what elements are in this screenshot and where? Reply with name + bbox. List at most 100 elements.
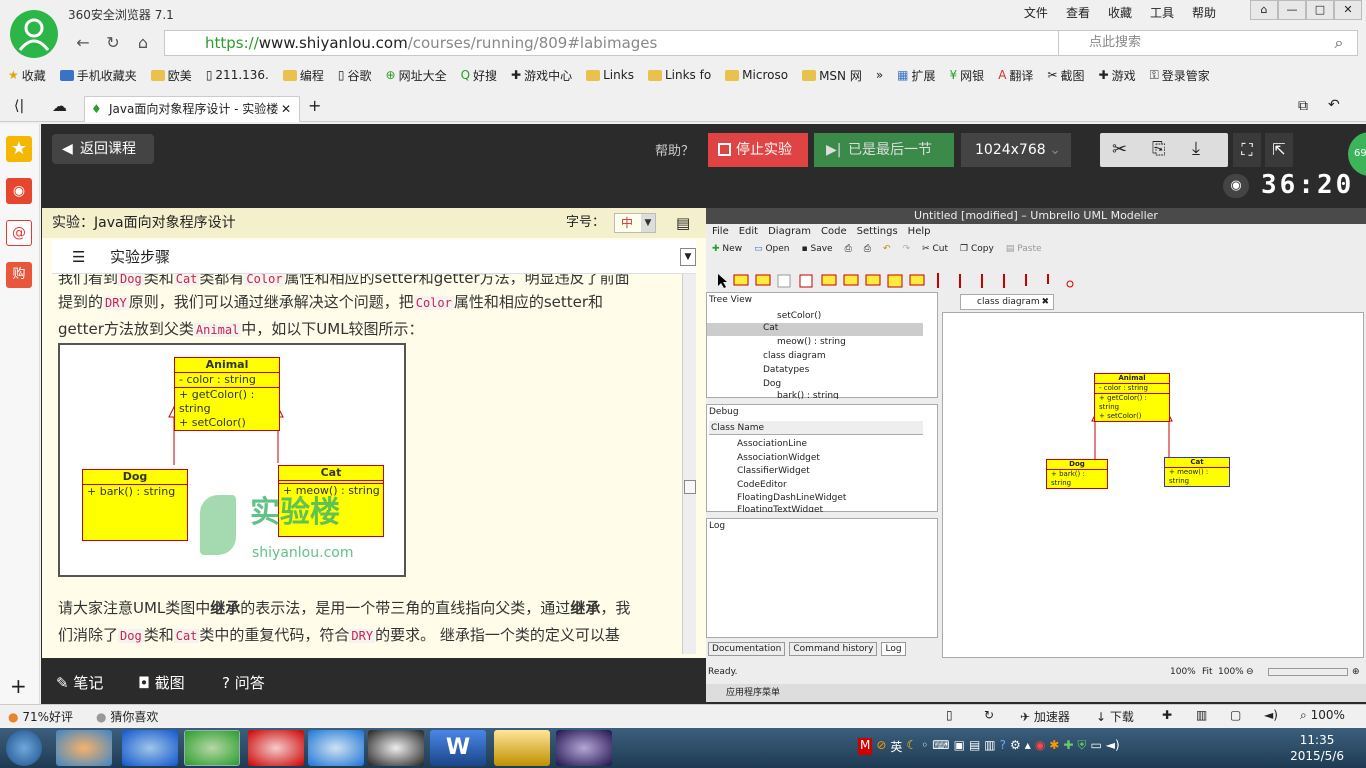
diagram-tab[interactable]: class diagram ✖ bbox=[960, 294, 1054, 310]
ie-icon[interactable] bbox=[122, 730, 178, 766]
steps-select[interactable]: ☰ 实验步骤 ▼ bbox=[52, 240, 696, 274]
debug-column-header[interactable]: Class Name bbox=[709, 421, 923, 435]
tab-command-history[interactable]: Command history bbox=[789, 642, 878, 656]
cloud-icon[interactable]: ☁ bbox=[52, 97, 67, 115]
resolution-select[interactable]: 1024x768 ⌄ bbox=[961, 133, 1071, 167]
guess-link[interactable]: ● 猜你喜欢 bbox=[96, 708, 158, 725]
zoom-in-icon[interactable]: ⊕ bbox=[1352, 664, 1360, 680]
clock[interactable]: 11:35 2015/5/6 bbox=[1290, 732, 1344, 764]
fontsize-select[interactable]: 中 ▼ bbox=[614, 213, 656, 233]
shopping-icon[interactable]: 购 bbox=[6, 262, 32, 288]
window-icon[interactable]: ▢ bbox=[1230, 708, 1241, 722]
volume-icon[interactable]: ◄) bbox=[1106, 738, 1120, 755]
last-section-button[interactable]: ▶| 已是最后一节 bbox=[814, 133, 954, 167]
umb-menu-help[interactable]: Help bbox=[908, 226, 931, 237]
search-icon[interactable]: ⌕ bbox=[1328, 32, 1350, 54]
expand-tray-icon[interactable]: ▴ bbox=[1025, 738, 1031, 755]
zoom-out-icon[interactable]: ⊖ bbox=[1246, 664, 1254, 680]
umb-menu-settings[interactable]: Settings bbox=[857, 226, 898, 237]
print-preview-icon[interactable]: ⎙ bbox=[864, 244, 871, 254]
moon-icon[interactable]: ☾ bbox=[906, 738, 917, 755]
zoom-slider[interactable] bbox=[1268, 668, 1348, 676]
netease-tray-icon[interactable]: ◉ bbox=[1035, 738, 1045, 755]
fit-button[interactable]: Fit bbox=[1202, 664, 1213, 680]
menu-help[interactable]: 帮助 bbox=[1192, 4, 1216, 21]
lesson-scrollbar[interactable] bbox=[682, 274, 696, 654]
restore-tabs-icon[interactable]: ⧉ bbox=[1298, 98, 1308, 114]
tab-log[interactable]: Log bbox=[881, 642, 906, 656]
netease-music-icon[interactable] bbox=[248, 730, 304, 766]
bookmark-item[interactable]: MSN 网 bbox=[802, 64, 862, 86]
tree-row[interactable]: meow() : string bbox=[777, 337, 846, 347]
debug-row[interactable]: AssociationWidget bbox=[737, 453, 820, 463]
new-tab-icon[interactable]: + bbox=[308, 96, 321, 115]
address-bar[interactable]: https://www.shiyanlou.com/courses/runnin… bbox=[164, 30, 1126, 56]
canvas-class-dog[interactable]: Dog + bark() : string bbox=[1046, 459, 1108, 489]
bookmark-item[interactable]: 编程 bbox=[282, 64, 324, 86]
umb-save-button[interactable]: ▪ Save bbox=[802, 244, 833, 254]
bookmark-item[interactable]: Microso bbox=[725, 64, 788, 86]
refresh-circle-icon[interactable]: ↻ bbox=[984, 708, 994, 722]
debug-row[interactable]: ClassifierWidget bbox=[737, 466, 810, 476]
umb-open-button[interactable]: ▭ Open bbox=[754, 244, 789, 254]
tray-icon[interactable]: ✚ bbox=[1063, 738, 1073, 755]
back-arrow-icon[interactable]: ← bbox=[72, 32, 94, 54]
mail-icon[interactable]: @ bbox=[6, 220, 32, 246]
debug-row[interactable]: AssociationLine bbox=[737, 439, 807, 449]
qa-button[interactable]: ? 问答 bbox=[222, 672, 265, 693]
word-icon[interactable]: W bbox=[430, 730, 486, 766]
tray-icon[interactable]: ✱ bbox=[1049, 738, 1059, 755]
tool-login-manager[interactable]: ⚿ 登录管家 bbox=[1150, 64, 1210, 86]
tree-row[interactable]: class diagram bbox=[763, 351, 826, 361]
volume-icon[interactable]: ◄) bbox=[1264, 708, 1278, 722]
ime-lang[interactable]: 英 bbox=[890, 738, 902, 755]
screenshot-button[interactable]: ◘ 截图 bbox=[138, 672, 185, 693]
weibo-icon[interactable]: ◉ bbox=[6, 178, 32, 204]
umb-copy-button[interactable]: ❐ Copy bbox=[960, 244, 994, 254]
tree-row[interactable]: Datatypes bbox=[763, 365, 809, 375]
shield-icon[interactable]: ⛨ bbox=[1077, 738, 1086, 755]
bookmark-item[interactable]: 欧美 bbox=[150, 64, 192, 86]
no-entry-icon[interactable]: ⊘ bbox=[876, 738, 886, 755]
favorites-star-icon[interactable]: ★ bbox=[6, 136, 32, 162]
canvas-class-animal[interactable]: Animal - color : string + getColor() : s… bbox=[1094, 373, 1170, 422]
bookmark-item[interactable]: ⊕ 网址大全 bbox=[386, 64, 447, 86]
tray-icon[interactable]: ▥ bbox=[984, 738, 995, 755]
explorer-folder-icon[interactable] bbox=[494, 730, 550, 766]
help-link[interactable]: 帮助？ bbox=[655, 140, 694, 159]
menu-view[interactable]: 查看 bbox=[1066, 4, 1090, 21]
ime-m-icon[interactable]: M bbox=[858, 738, 873, 755]
tray-icon[interactable]: ◦ bbox=[921, 738, 928, 755]
search-input[interactable]: 点此搜索 bbox=[1058, 30, 1358, 56]
browser-360-icon[interactable] bbox=[184, 730, 240, 766]
scroll-thumb[interactable] bbox=[684, 480, 696, 494]
print-icon[interactable]: ⎙ bbox=[845, 244, 852, 254]
puzzle-icon[interactable]: ✚ bbox=[1162, 708, 1172, 722]
sidebar-toggle-icon[interactable]: ⟨| bbox=[14, 98, 24, 114]
umb-cut-button[interactable]: ✂ Cut bbox=[922, 244, 948, 254]
bookmark-item[interactable]: Links fo bbox=[647, 64, 711, 86]
debug-row[interactable]: FloatingDashLineWidget bbox=[737, 493, 846, 503]
umb-menu-code[interactable]: Code bbox=[821, 226, 847, 237]
tab-active[interactable]: ♦ Java面向对象程序设计 - 实验楼 ✕ bbox=[84, 96, 300, 122]
tree-row[interactable]: Dog bbox=[763, 379, 781, 389]
umb-new-button[interactable]: ✚ New bbox=[712, 244, 742, 254]
close-window-button[interactable]: ✕ bbox=[1334, 0, 1362, 20]
trash-icon[interactable]: ▥ bbox=[1196, 708, 1207, 722]
tool-screenshot[interactable]: ✂ 截图 bbox=[1047, 64, 1084, 86]
settings-icon[interactable]: ⚙ bbox=[1010, 738, 1021, 755]
bookmark-item[interactable]: Q 好搜 bbox=[461, 64, 497, 86]
redo-icon[interactable]: ↷ bbox=[903, 244, 911, 254]
fullscreen-icon[interactable]: ⛶ bbox=[1233, 133, 1261, 167]
accelerator-button[interactable]: ✈ 加速器 bbox=[1020, 708, 1070, 725]
canvas-class-cat[interactable]: Cat + meow() : string bbox=[1164, 457, 1230, 487]
debug-row[interactable]: CodeEditor bbox=[737, 480, 787, 490]
maximize-button[interactable]: □ bbox=[1306, 0, 1334, 20]
app-menu-button[interactable]: 应用程序菜单 bbox=[726, 688, 780, 698]
tree-row[interactable]: setColor() bbox=[777, 311, 821, 321]
bookmark-item[interactable]: ▯ 211.136. bbox=[206, 64, 269, 86]
zoom-control[interactable]: ⌕ 100% bbox=[1300, 708, 1345, 723]
feather-app-icon[interactable] bbox=[308, 730, 364, 766]
add-sidebar-icon[interactable]: + bbox=[10, 674, 27, 698]
rating-link[interactable]: ● 71%好评 bbox=[8, 708, 73, 725]
